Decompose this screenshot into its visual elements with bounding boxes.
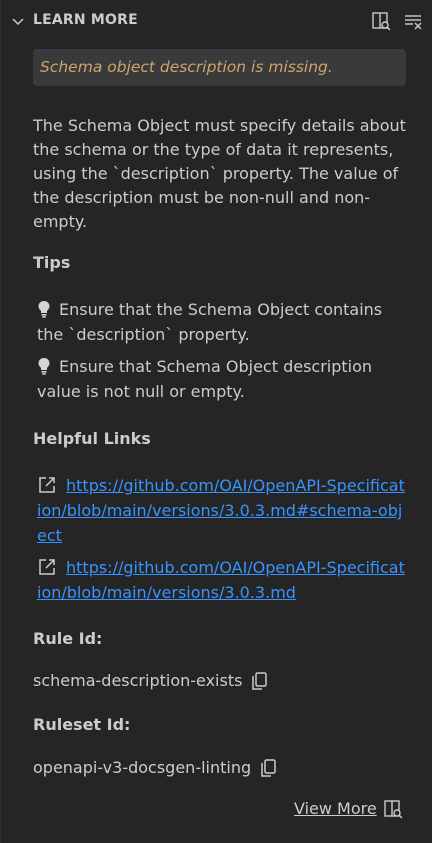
- rule-description: The Schema Object must specify details a…: [33, 116, 406, 231]
- lightbulb-icon: [38, 358, 50, 375]
- panel-title: LEARN MORE: [33, 12, 138, 28]
- clear-all-icon[interactable]: [403, 11, 423, 31]
- ruleset-id-row: openapi-v3-docsgen-linting: [33, 758, 277, 778]
- rule-id-value: schema-description-exists: [33, 671, 243, 690]
- copy-icon[interactable]: [250, 671, 268, 691]
- chevron-down-icon[interactable]: [10, 13, 26, 29]
- external-link-icon: [39, 559, 55, 575]
- tip-item: Ensure that Schema Object description va…: [37, 354, 407, 404]
- tip-item: Ensure that the Schema Object contains t…: [37, 297, 407, 347]
- copy-icon[interactable]: [259, 758, 277, 778]
- link-item: https://github.com/OAI/OpenAPI-Specifica…: [37, 555, 407, 605]
- view-more-link[interactable]: View More: [294, 799, 403, 819]
- rule-id-row: schema-description-exists: [33, 671, 268, 691]
- tips-heading: Tips: [33, 253, 71, 272]
- helpful-links-heading: Helpful Links: [33, 429, 151, 448]
- lightbulb-icon: [38, 301, 50, 318]
- spec-document-link[interactable]: https://github.com/OAI/OpenAPI-Specifica…: [37, 558, 405, 602]
- panel-header[interactable]: LEARN MORE: [1, 0, 432, 40]
- link-item: https://github.com/OAI/OpenAPI-Specifica…: [37, 473, 407, 548]
- external-link-icon: [39, 477, 55, 493]
- rule-id-label: Rule Id:: [33, 629, 103, 648]
- open-preview-icon[interactable]: [371, 11, 391, 31]
- tip-text: Ensure that the Schema Object contains t…: [37, 300, 383, 344]
- view-more-label: View More: [294, 799, 377, 818]
- warning-message: Schema object description is missing.: [33, 49, 406, 86]
- open-preview-icon: [384, 800, 403, 819]
- tip-text: Ensure that Schema Object description va…: [37, 357, 373, 401]
- spec-schema-object-link[interactable]: https://github.com/OAI/OpenAPI-Specifica…: [37, 476, 405, 545]
- ruleset-id-value: openapi-v3-docsgen-linting: [33, 758, 252, 777]
- ruleset-id-label: Ruleset Id:: [33, 715, 131, 734]
- learn-more-panel: LEARN MORE Schema object description is …: [0, 0, 432, 843]
